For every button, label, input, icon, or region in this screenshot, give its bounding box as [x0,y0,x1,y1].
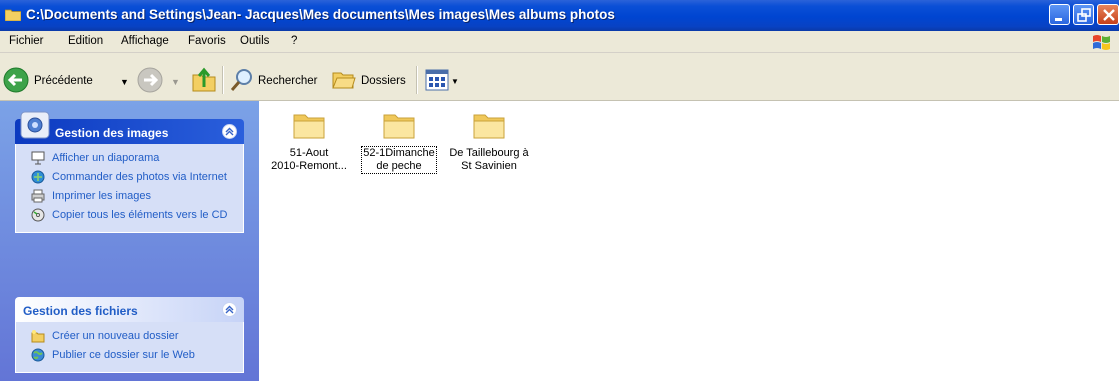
restore-button[interactable] [1073,4,1094,25]
task-slideshow[interactable]: Afficher un diaporama [16,150,243,169]
folder-icon [5,9,21,21]
cd-icon [31,208,45,222]
folder-label: 52-1Dimanche de peche [357,146,441,174]
file-tasks-panel: Gestion des fichiers Créer un nouveau do… [15,297,244,373]
collapse-button[interactable] [222,124,237,139]
chevron-up-icon [225,305,234,314]
up-folder-icon[interactable] [191,65,217,93]
menu-outils[interactable]: Outils [240,35,269,47]
task-label: Afficher un diaporama [52,152,160,164]
folder-icon [473,114,505,139]
folder-label-line2: 2010-Remont... [271,160,347,172]
folder-item[interactable]: 51-Aout 2010-Remont... [267,109,351,173]
views-dropdown-icon[interactable]: ▼ [451,77,459,86]
folder-label-line1: De Taillebourg à [449,147,529,159]
printer-icon [31,189,45,203]
folder-view: 51-Aout 2010-Remont... 52-1Dimanche de p… [259,101,1119,381]
back-label: Précédente [34,75,93,87]
back-arrow-icon [3,67,29,93]
chevron-up-icon [225,127,234,136]
folder-label-line2: St Savinien [461,160,517,172]
task-label: Créer un nouveau dossier [52,330,179,342]
order-photos-icon [31,170,45,184]
menu-help[interactable]: ? [291,35,297,47]
forward-arrow-icon [137,67,163,93]
menu-bar: Fichier Edition Affichage Favoris Outils… [0,31,1119,53]
web-publish-icon [31,348,45,362]
new-folder-icon [31,330,45,343]
explorer-window: C:\Documents and Settings\Jean- Jacques\… [0,0,1119,381]
file-tasks-header[interactable]: Gestion des fichiers [15,297,244,322]
menu-affichage[interactable]: Affichage [121,35,169,47]
minimize-button[interactable] [1049,4,1070,25]
menu-favoris[interactable]: Favoris [188,35,226,47]
folder-label-line1: 52-1Dimanche [363,147,435,159]
picture-tasks-panel: Gestion des images Afficher un diaporama… [15,111,244,233]
window-title: C:\Documents and Settings\Jean- Jacques\… [26,7,615,22]
folder-label-line1: 51-Aout [289,147,329,159]
forward-dropdown-icon[interactable]: ▼ [171,77,180,87]
task-new-folder[interactable]: Créer un nouveau dossier [16,328,243,347]
toolbar: Précédente ▼ ▼ Rechercher Dossiers ▼ [0,53,1119,101]
folder-label: De Taillebourg à St Savinien [447,147,531,173]
collapse-button[interactable] [222,302,237,317]
slideshow-icon [31,151,45,165]
folder-item[interactable]: De Taillebourg à St Savinien [447,109,531,173]
task-label: Imprimer les images [52,190,152,202]
folder-icon [383,114,415,139]
task-label: Publier ce dossier sur le Web [52,349,195,361]
folders-label: Dossiers [361,75,406,87]
task-copy-cd[interactable]: Copier tous les éléments vers le CD [16,207,243,226]
file-tasks-body: Créer un nouveau dossier Publier ce doss… [15,322,244,373]
folders-icon [332,72,356,89]
search-label: Rechercher [258,75,318,87]
folder-icon [293,114,325,139]
title-bar[interactable]: C:\Documents and Settings\Jean- Jacques\… [0,0,1119,31]
camera-icon [20,111,50,139]
picture-tasks-body: Afficher un diaporama Commander des phot… [15,144,244,233]
menu-fichier[interactable]: Fichier [9,35,44,47]
toolbar-separator [222,66,224,94]
task-label: Commander des photos via Internet [52,171,227,183]
task-order-photos[interactable]: Commander des photos via Internet [16,169,243,188]
folder-item[interactable]: 52-1Dimanche de peche [357,109,441,174]
menu-edition[interactable]: Edition [68,35,103,47]
panel-title: Gestion des images [55,126,169,140]
picture-tasks-header[interactable]: Gestion des images [15,111,244,144]
windows-logo-icon [1093,35,1110,50]
search-icon [230,69,252,91]
views-icon [425,69,449,91]
toolbar-separator [416,66,418,94]
task-label: Copier tous les éléments vers le CD [52,209,228,221]
folder-label-line2: de peche [376,160,422,172]
folder-label: 51-Aout 2010-Remont... [267,147,351,173]
close-button[interactable] [1097,4,1119,25]
task-pane: Gestion des images Afficher un diaporama… [0,101,259,381]
panel-title: Gestion des fichiers [23,304,138,318]
back-dropdown-icon[interactable]: ▼ [120,77,129,87]
task-print[interactable]: Imprimer les images [16,188,243,207]
folder-label-focused: 52-1Dimanche de peche [361,146,437,174]
task-publish-web[interactable]: Publier ce dossier sur le Web [16,347,243,366]
